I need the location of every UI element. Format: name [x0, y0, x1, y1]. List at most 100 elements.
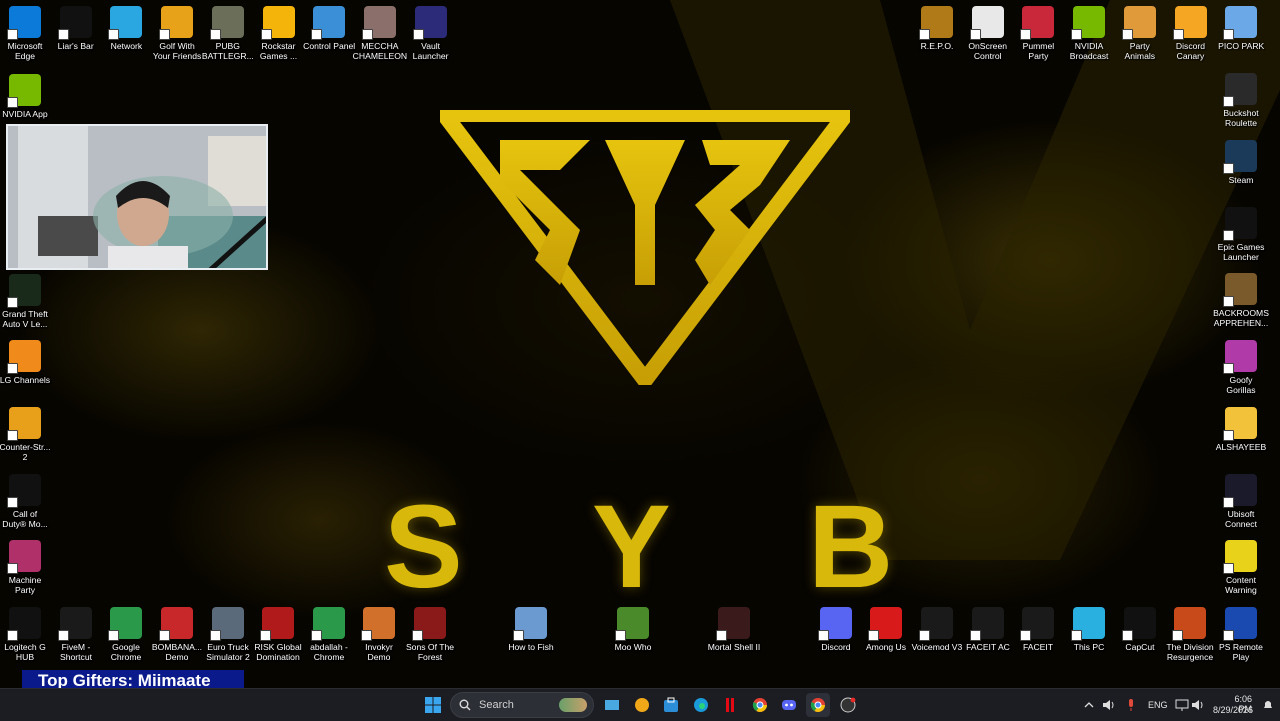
taskbar-discord[interactable]	[777, 693, 801, 717]
widgets-icon	[635, 698, 649, 712]
notifications-button[interactable]	[1256, 693, 1280, 717]
task-view-button[interactable]	[600, 693, 624, 717]
bell-icon	[1264, 701, 1272, 708]
volume-icon	[1192, 700, 1203, 710]
taskbar: Search ENG 6:06 PM 8/29/2026	[0, 688, 1280, 721]
desktop-icon-backrooms[interactable]: BACKROOMS APPREHEN...	[1208, 273, 1274, 328]
taskbar-obs[interactable]	[836, 693, 860, 717]
desktop-icon-lg-channels[interactable]: LG Channels	[0, 340, 58, 385]
lg-channels-icon	[7, 340, 41, 374]
call-of-duty-icon	[7, 474, 41, 508]
pico-park-icon	[1223, 6, 1258, 40]
euro-truck-icon	[210, 607, 244, 641]
taskbar-chrome[interactable]	[748, 693, 772, 717]
language-indicator[interactable]: ENG	[1148, 700, 1168, 710]
nvidia-broadcast-icon	[1071, 6, 1106, 40]
taskbar-store[interactable]	[659, 693, 683, 717]
desktop-icon-steam[interactable]: Steam	[1208, 140, 1274, 185]
taskbar-netflix[interactable]	[718, 693, 742, 717]
obs-icon	[840, 697, 856, 713]
desktop-icon-ubisoft[interactable]: Ubisoft Connect	[1208, 474, 1274, 529]
desktop-icon-vault-launcher[interactable]: Vault Launcher	[398, 6, 464, 61]
taskbar-edge[interactable]	[689, 693, 713, 717]
desktop-icon-sons-of-the-forest[interactable]: Sons Of The Forest	[397, 607, 463, 662]
taskbar-chrome-profile[interactable]	[806, 693, 830, 717]
desktop-icon-label: Counter-Str... 2	[0, 442, 51, 462]
desktop-icon-buckshot-roulette[interactable]: Buckshot Roulette	[1208, 73, 1274, 128]
steam-icon	[1223, 140, 1257, 174]
desktop-icon-label: PS Remote Play	[1219, 642, 1263, 662]
chrome-profile-icon	[810, 698, 825, 712]
network-icon	[108, 6, 143, 40]
sons-of-the-forest-icon	[412, 607, 446, 641]
tray-volume[interactable]	[1186, 693, 1210, 717]
counter-strike-icon	[7, 407, 41, 441]
taskbar-search-box[interactable]: Search	[450, 692, 594, 718]
desktop-icon-folder[interactable]: ALSHAYEEB	[1208, 407, 1274, 452]
desktop-icon-label: Sons Of The Forest	[405, 642, 455, 662]
backrooms-icon	[1223, 273, 1257, 307]
edge-icon	[694, 698, 708, 712]
syb-logo-emblem	[440, 110, 850, 385]
bombana-icon	[159, 607, 193, 641]
speaker-icon	[1103, 700, 1114, 710]
meccha-chameleon-icon	[361, 6, 396, 40]
desktop-icon-label: Ubisoft Connect	[1224, 509, 1257, 529]
among-us-icon	[868, 607, 902, 641]
webcam-overlay	[6, 124, 268, 270]
chrome-icon	[752, 698, 767, 712]
onscreen-control-icon	[969, 6, 1004, 40]
desktop-icon-pico-park[interactable]: PICO PARK	[1208, 6, 1274, 51]
clock-date[interactable]: 8/29/2026	[1213, 705, 1253, 715]
pummel-party-icon	[1020, 6, 1055, 40]
desktop-icon-epic-games[interactable]: Epic Games Launcher	[1208, 207, 1274, 262]
tray-speaker[interactable]	[1097, 693, 1121, 717]
desktop-icon-ps-remote-play[interactable]: PS Remote Play	[1208, 607, 1274, 662]
wallpaper-letter-s: S	[384, 481, 463, 613]
liars-bar-icon	[57, 6, 92, 40]
desktop-icon-counter-strike[interactable]: Counter-Str... 2	[0, 407, 58, 462]
desktop-icon-label: Content Warning	[1225, 575, 1257, 595]
desktop-icon-mortal-shell[interactable]: Mortal Shell II	[701, 607, 767, 652]
party-animals-icon	[1121, 6, 1156, 40]
desktop-icon-label: ALSHAYEEB	[1215, 442, 1267, 452]
webcam-feed	[8, 126, 266, 268]
invokyr-icon	[361, 607, 395, 641]
desktop-icon-call-of-duty[interactable]: Call of Duty® Mo...	[0, 474, 58, 529]
golf-icon	[159, 6, 194, 40]
desktop-icon-label: Vault Launcher	[412, 41, 449, 61]
taskbar-widgets[interactable]	[630, 693, 654, 717]
desktop-icon-label: Steam	[1228, 175, 1254, 185]
ps-remote-play-icon	[1223, 607, 1257, 641]
faceit-icon	[1020, 607, 1054, 641]
netflix-icon	[726, 698, 734, 712]
wallpaper-letter-b: B	[808, 481, 894, 613]
goofy-gorillas-icon	[1223, 340, 1257, 374]
desktop-icon-label: NVIDIA App	[2, 109, 48, 119]
desktop-icon-how-to-fish[interactable]: How to Fish	[498, 607, 564, 652]
chrome-icon	[108, 607, 142, 641]
discord-icon	[818, 607, 852, 641]
chevron-up-icon	[1084, 702, 1094, 708]
vault-launcher-icon	[412, 6, 447, 40]
pubg-icon	[209, 6, 244, 40]
desktop-icon-content-warning[interactable]: Content Warning	[1208, 540, 1274, 595]
desktop-icon-label: Mortal Shell II	[707, 642, 761, 652]
machine-party-icon	[7, 540, 41, 574]
tray-microphone[interactable]	[1119, 693, 1143, 717]
search-icon	[459, 699, 471, 711]
desktop-wallpaper: S Y B	[0, 0, 1280, 688]
start-button[interactable]	[421, 693, 445, 717]
task-view-icon	[605, 700, 619, 710]
this-pc-icon	[1071, 607, 1105, 641]
fivem-icon	[58, 607, 92, 641]
desktop-icon-nvidia-app[interactable]: NVIDIA App	[0, 74, 58, 119]
desktop-icon-label: LG Channels	[0, 375, 51, 385]
faceit-ac-icon	[970, 607, 1004, 641]
desktop-icon-gta-v[interactable]: Grand Theft Auto V Le...	[0, 274, 58, 329]
desktop-icon-moo-who[interactable]: Moo Who	[600, 607, 666, 652]
nvidia-app-icon	[7, 74, 41, 108]
desktop-icon-machine-party[interactable]: Machine Party	[0, 540, 58, 595]
desktop-icon-goofy-gorillas[interactable]: Goofy Gorillas	[1208, 340, 1274, 395]
desktop-icon-label: Buckshot Roulette	[1223, 108, 1259, 128]
